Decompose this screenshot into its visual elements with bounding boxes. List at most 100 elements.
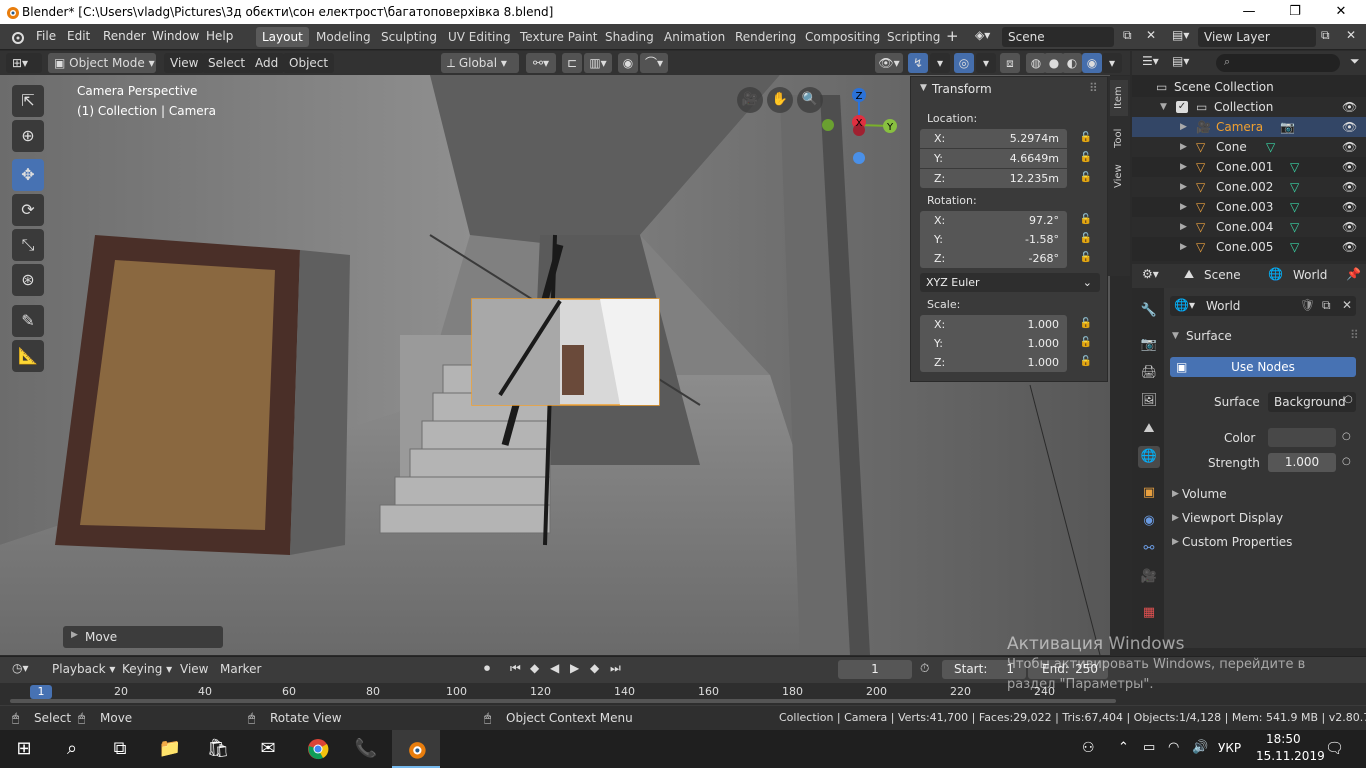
clock-time[interactable]: 18:50	[1266, 732, 1301, 746]
rotation-z-field[interactable]: Z: -268°	[920, 249, 1067, 268]
filter-icon[interactable]: ⏷	[1350, 54, 1360, 69]
location-x-field[interactable]: X: 5.2974m	[920, 129, 1067, 148]
socket-icon[interactable]: ○	[1342, 431, 1351, 442]
menu-marker[interactable]: Marker	[220, 662, 261, 676]
gizmo-toggle-icon[interactable]: ↯	[908, 53, 928, 73]
checkbox-icon[interactable]: ✓	[1176, 101, 1188, 113]
object-tab-icon[interactable]: ▣	[1138, 482, 1160, 504]
eye-icon[interactable]: 👁	[1342, 197, 1357, 217]
move-tool-icon[interactable]: ✥	[12, 159, 44, 191]
collapse-triangle-icon[interactable]: ▼	[920, 83, 927, 93]
chrome-icon[interactable]	[294, 730, 342, 768]
tab-uv-editing[interactable]: UV Editing	[442, 27, 517, 47]
tab-animation[interactable]: Animation	[658, 27, 731, 47]
editor-type-icon[interactable]: ◷▾	[12, 661, 29, 675]
proportional-edit-icon[interactable]: ◉	[618, 53, 638, 73]
overlay-toggle-icon[interactable]: ◎	[954, 53, 974, 73]
eye-icon[interactable]: 👁	[1342, 237, 1357, 257]
blender-taskbar-icon[interactable]	[392, 730, 440, 768]
tab-tool[interactable]: Tool	[1110, 120, 1128, 156]
wireframe-shading-icon[interactable]: ◍	[1026, 53, 1046, 73]
tab-item[interactable]: Item	[1110, 80, 1128, 116]
wifi-icon[interactable]: ◠	[1168, 740, 1179, 755]
select-tool-icon[interactable]: ⇱	[12, 85, 44, 117]
navigation-gizmo[interactable]: Z Y X	[820, 83, 910, 173]
current-frame-field[interactable]: 1	[838, 660, 912, 679]
texture-tab-icon[interactable]: ▦	[1138, 602, 1160, 624]
outliner-search-input[interactable]: ⌕	[1216, 54, 1340, 72]
rotate-tool-icon[interactable]: ⟳	[12, 194, 44, 226]
falloff-icon[interactable]: ⌒▾	[640, 53, 668, 73]
cursor-tool-icon[interactable]: ⊕	[12, 120, 44, 152]
expand-triangle-icon[interactable]: ▶	[1180, 177, 1187, 197]
collapse-triangle-icon[interactable]: ▼	[1172, 331, 1179, 341]
scale-x-field[interactable]: X: 1.000	[920, 315, 1067, 334]
lock-icon[interactable]: 🔓	[1079, 252, 1093, 266]
snap-target-icon[interactable]: ▥▾	[584, 53, 612, 73]
maximize-button[interactable]: ❐	[1272, 2, 1318, 22]
socket-icon[interactable]: ○	[1342, 456, 1351, 467]
menu-select[interactable]: Select	[202, 53, 252, 73]
display-mode-icon[interactable]: ▤▾	[1172, 54, 1189, 68]
record-icon[interactable]: ⏺	[484, 661, 490, 676]
object-data-tab-icon[interactable]: 🎥	[1138, 566, 1160, 588]
lock-icon[interactable]: 🔓	[1079, 214, 1093, 228]
output-tab-icon[interactable]: 🖨	[1138, 362, 1160, 384]
battery-icon[interactable]: ▭	[1143, 740, 1155, 755]
unlink-icon[interactable]: ✕	[1342, 298, 1352, 312]
add-workspace-icon[interactable]: +	[946, 27, 959, 45]
scale-y-field[interactable]: Y: 1.000	[920, 334, 1067, 353]
use-nodes-button[interactable]: ▣ Use Nodes	[1170, 357, 1356, 377]
playhead[interactable]: 1	[30, 685, 52, 699]
snap-icon[interactable]: ⊏	[562, 53, 582, 73]
menu-keying[interactable]: Keying ▾	[122, 662, 172, 676]
xray-icon[interactable]: ⧈	[1000, 53, 1020, 73]
eye-icon[interactable]: 👁	[1342, 217, 1357, 237]
prev-keyframe-icon[interactable]: ◆	[530, 661, 539, 675]
duplicate-icon[interactable]: ⧉	[1322, 298, 1331, 313]
menu-object[interactable]: Object	[283, 53, 335, 73]
search-icon[interactable]: ⌕	[48, 730, 96, 768]
menu-view[interactable]: View	[180, 662, 208, 676]
lock-icon[interactable]: 🔓	[1079, 152, 1093, 166]
lock-icon[interactable]: 🔓	[1079, 233, 1093, 247]
editor-type-icon[interactable]: ⊞▾	[6, 53, 42, 73]
outliner-row-cone[interactable]: ▶ ▽ Cone ▽ 👁	[1132, 137, 1366, 157]
tab-layout[interactable]: Layout	[256, 27, 309, 47]
surface-shader-select[interactable]: Background ○	[1268, 392, 1356, 412]
last-operator-panel[interactable]: ▶ Move	[63, 626, 223, 648]
tab-rendering[interactable]: Rendering	[729, 27, 802, 47]
pin-icon[interactable]: 📌	[1346, 267, 1361, 281]
tool-tab-icon[interactable]: 🔧	[1138, 300, 1160, 322]
expand-triangle-icon[interactable]: ▶	[1180, 137, 1187, 157]
location-z-field[interactable]: Z: 12.235m	[920, 169, 1067, 188]
menu-window[interactable]: Window	[152, 29, 199, 43]
play-icon[interactable]: ▶	[570, 661, 579, 675]
scale-z-field[interactable]: Z: 1.000	[920, 353, 1067, 372]
tab-texture-paint[interactable]: Texture Paint	[514, 27, 603, 47]
menu-add[interactable]: Add	[249, 53, 285, 73]
lock-icon[interactable]: 🔓	[1079, 132, 1093, 146]
remove-scene-icon[interactable]: ✕	[1146, 28, 1156, 42]
outliner-row-cone-002[interactable]: ▶ ▽ Cone.002 ▽ 👁	[1132, 177, 1366, 197]
eye-icon[interactable]: 👁	[1342, 137, 1357, 157]
clock-date[interactable]: 15.11.2019	[1256, 749, 1325, 763]
rotation-mode-select[interactable]: XYZ Euler ⌄	[920, 273, 1100, 292]
tab-modeling[interactable]: Modeling	[310, 27, 377, 47]
expand-triangle-icon[interactable]: ▶	[1172, 513, 1179, 523]
play-reverse-icon[interactable]: ◀	[550, 661, 559, 675]
menu-view[interactable]: View	[164, 53, 205, 73]
scale-tool-icon[interactable]: ⤡	[12, 229, 44, 261]
orientation-selector[interactable]: ⟂ Global ▾	[441, 53, 519, 73]
expand-triangle-icon[interactable]: ▶	[1180, 197, 1187, 217]
overlay-dropdown-icon[interactable]: ▾	[976, 53, 996, 73]
expand-triangle-icon[interactable]: ▶	[1180, 157, 1187, 177]
people-icon[interactable]: ⚇	[1082, 740, 1095, 756]
rotation-x-field[interactable]: X: 97.2°	[920, 211, 1067, 230]
lock-icon[interactable]: 🔓	[1079, 356, 1093, 370]
outliner-row-cone-003[interactable]: ▶ ▽ Cone.003 ▽ 👁	[1132, 197, 1366, 217]
tab-scripting[interactable]: Scripting	[881, 27, 946, 47]
view-layer-icon[interactable]: ▤▾	[1172, 28, 1189, 42]
expand-triangle-icon[interactable]: ▶	[1172, 537, 1179, 547]
location-y-field[interactable]: Y: 4.6649m	[920, 149, 1067, 168]
